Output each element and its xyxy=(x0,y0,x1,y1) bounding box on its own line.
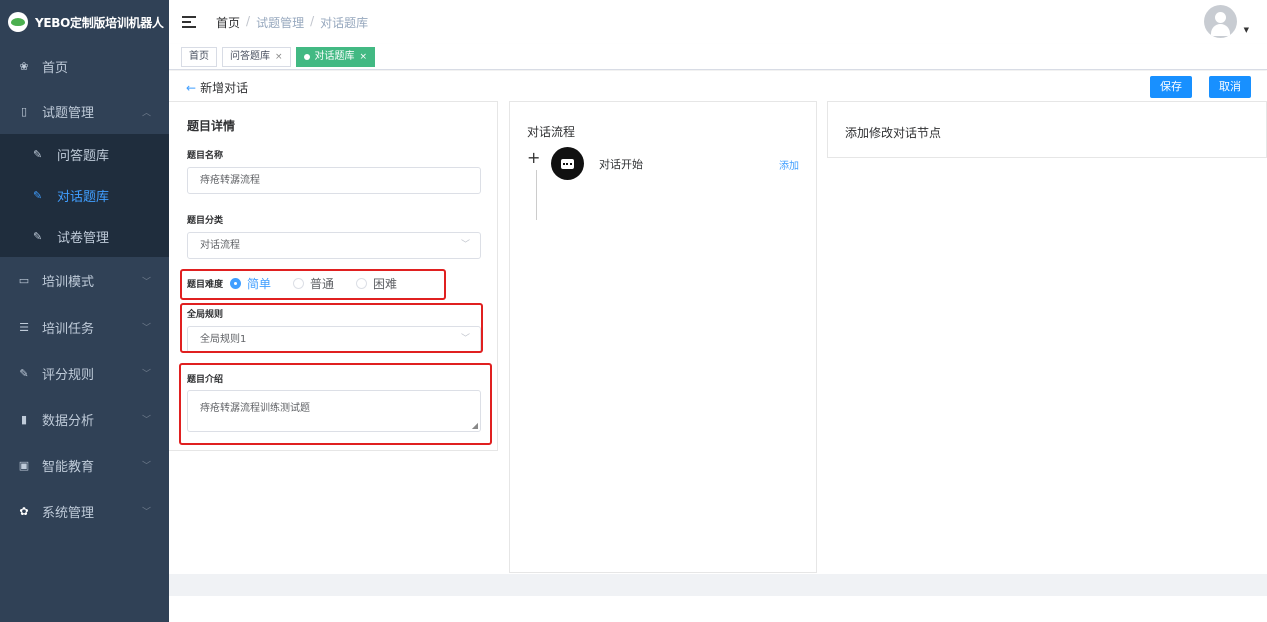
screen-icon: ▣ xyxy=(18,458,30,472)
tag-label: 首页 xyxy=(189,50,209,62)
chevron-up-icon: ︿ xyxy=(141,108,151,118)
chevron-down-icon: ﹀ xyxy=(141,415,151,426)
flow-title: 对话流程 xyxy=(527,125,576,139)
breadcrumb-question-management: 试题管理 xyxy=(256,15,305,30)
page-toolbar: ← 新增对话 保存 取消 xyxy=(169,71,1267,101)
flow-connector-line xyxy=(536,170,537,220)
breadcrumb-separator: / xyxy=(310,13,315,28)
sidebar-item-label: 评分规则 xyxy=(42,367,95,383)
logo[interactable]: YEBO定制版培训机器人 xyxy=(0,0,169,44)
logo-icon xyxy=(8,12,28,32)
caret-down-icon[interactable]: ▼ xyxy=(1244,26,1249,34)
gear-icon: ✿ xyxy=(19,504,29,518)
edit-icon: ✎ xyxy=(33,189,43,202)
arrow-left-icon: ← xyxy=(186,80,197,95)
category-value: 对话流程 xyxy=(200,240,240,251)
sidebar-item-question-management[interactable]: ▯ 试题管理 ︿ xyxy=(0,89,169,134)
sidebar-item-qa-bank[interactable]: ✎ 问答题库 xyxy=(0,134,169,175)
active-dot-icon xyxy=(303,53,310,60)
sidebar-item-label: 培训任务 xyxy=(42,321,95,337)
details-title: 题目详情 xyxy=(187,119,236,133)
menu-toggle-icon[interactable] xyxy=(182,16,196,28)
sidebar-item-paper-management[interactable]: ✎ 试卷管理 xyxy=(0,216,169,257)
edit-icon: ✎ xyxy=(33,148,43,161)
monitor-icon: ▭ xyxy=(18,274,30,287)
edit-icon: ✎ xyxy=(19,366,29,380)
breadcrumb-home[interactable]: 首页 xyxy=(216,14,240,31)
category-select[interactable]: 对话流程 ﹀ xyxy=(187,232,481,259)
save-button[interactable]: 保存 xyxy=(1150,76,1192,98)
breadcrumb-separator: / xyxy=(246,13,251,28)
breadcrumb: 首页 / 试题管理 / 对话题库 xyxy=(216,14,368,31)
tag-qa-bank[interactable]: 问答题库 × xyxy=(222,46,291,67)
chevron-down-icon: ﹀ xyxy=(141,507,151,518)
tag-home[interactable]: 首页 xyxy=(181,46,217,67)
sidebar-item-smart-education[interactable]: ▣ 智能教育 ﹀ xyxy=(0,442,169,488)
sidebar-item-system-management[interactable]: ✿ 系统管理 ﹀ xyxy=(0,488,169,534)
logo-text: YEBO定制版培训机器人 xyxy=(35,15,164,30)
add-node-link[interactable]: 添加 xyxy=(779,157,799,172)
tag-label: 对话题库 xyxy=(314,50,355,62)
sidebar-item-scoring-rules[interactable]: ✎ 评分规则 ﹀ xyxy=(0,350,169,396)
flow-node-label[interactable]: 对话开始 xyxy=(599,156,643,172)
chart-icon: ▮ xyxy=(20,412,28,426)
chat-node-icon[interactable] xyxy=(551,147,584,180)
back-button[interactable]: ← 新增对话 xyxy=(186,79,248,96)
sidebar-item-dialog-bank[interactable]: ✎ 对话题库 xyxy=(0,175,169,216)
cancel-button[interactable]: 取消 xyxy=(1209,76,1251,98)
breadcrumb-dialog-bank: 对话题库 xyxy=(320,15,369,30)
node-editor-title: 添加修改对话节点 xyxy=(845,126,942,140)
close-icon[interactable]: × xyxy=(360,48,368,66)
tags-view: 首页 问答题库 × 对话题库 × xyxy=(169,44,1267,70)
top-header: 首页 / 试题管理 / 对话题库 ▼ xyxy=(169,0,1267,44)
chevron-down-icon: ﹀ xyxy=(460,240,470,250)
node-editor-panel: 添加修改对话节点 xyxy=(827,101,1267,158)
sidebar-item-label: 试卷管理 xyxy=(57,231,110,246)
sidebar-item-label: 系统管理 xyxy=(42,505,95,521)
sidebar-item-home[interactable]: ❀ 首页 xyxy=(0,44,169,89)
flow-panel: 对话流程 + 对话开始 添加 xyxy=(509,101,817,573)
chevron-down-icon: ﹀ xyxy=(141,277,151,287)
book-icon: ▯ xyxy=(20,105,28,118)
submenu-question-management: ✎ 问答题库 ✎ 对话题库 ✎ 试卷管理 xyxy=(0,134,169,257)
sidebar-item-label: 试题管理 xyxy=(42,106,95,121)
footer-bar xyxy=(169,574,1267,596)
main-content: ← 新增对话 保存 取消 题目详情 题目名称 痔疮转潺流程 题目分类 对话流程 … xyxy=(169,71,1267,622)
sidebar-item-label: 智能教育 xyxy=(42,459,95,475)
chevron-down-icon: ﹀ xyxy=(141,369,151,380)
sidebar-item-label: 数据分析 xyxy=(42,413,95,429)
sidebar-item-training-task[interactable]: ☰ 培训任务 ﹀ xyxy=(0,304,169,350)
sidebar: YEBO定制版培训机器人 ❀ 首页 ▯ 试题管理 ︿ ✎ 问答题库 ✎ 对话题库… xyxy=(0,0,169,622)
sidebar-item-training-mode[interactable]: ▭ 培训模式 ﹀ xyxy=(0,257,169,304)
dashboard-icon: ❀ xyxy=(19,60,29,73)
category-label: 题目分类 xyxy=(187,216,224,226)
sidebar-item-label: 首页 xyxy=(42,61,69,76)
expand-plus-icon[interactable]: + xyxy=(527,150,540,166)
tag-dialog-bank[interactable]: 对话题库 × xyxy=(295,46,376,67)
sidebar-item-data-analysis[interactable]: ▮ 数据分析 ﹀ xyxy=(0,396,169,442)
sidebar-item-label: 培训模式 xyxy=(42,275,95,290)
list-icon: ☰ xyxy=(19,320,29,334)
chevron-down-icon: ﹀ xyxy=(141,323,151,334)
highlight-box-rule xyxy=(180,303,483,353)
highlight-box-difficulty xyxy=(180,269,446,300)
chevron-down-icon: ﹀ xyxy=(141,461,151,472)
name-label: 题目名称 xyxy=(187,151,224,161)
name-input[interactable]: 痔疮转潺流程 xyxy=(187,167,481,194)
close-icon[interactable]: × xyxy=(275,48,283,66)
edit-icon: ✎ xyxy=(33,230,43,243)
page-title: 新增对话 xyxy=(200,81,249,95)
avatar[interactable] xyxy=(1204,5,1237,38)
sidebar-item-label: 对话题库 xyxy=(57,190,110,205)
tag-label: 问答题库 xyxy=(230,50,270,62)
highlight-box-intro xyxy=(179,363,492,445)
sidebar-item-label: 问答题库 xyxy=(57,149,110,164)
